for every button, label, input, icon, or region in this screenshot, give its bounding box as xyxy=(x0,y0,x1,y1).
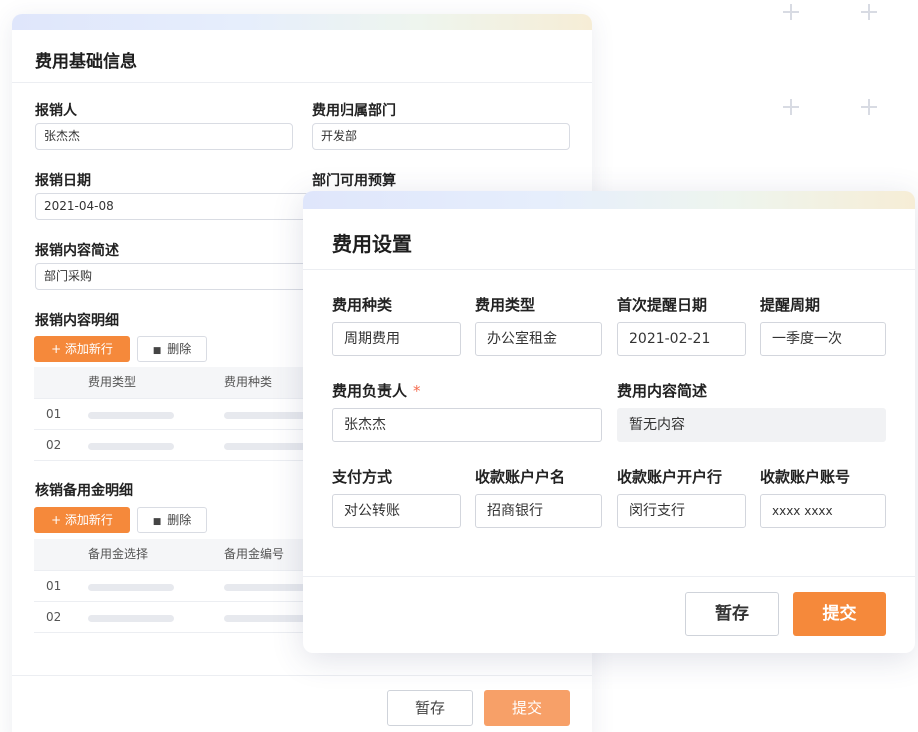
date-label: 报销日期 xyxy=(35,173,91,189)
dept-field[interactable]: 开发部 xyxy=(312,123,570,150)
back-save-button[interactable]: 暂存 xyxy=(387,690,473,726)
table-header-cell: 备用金选择 xyxy=(88,547,149,561)
placeholder-bar xyxy=(88,615,174,622)
pay-method-label: 支付方式 xyxy=(332,468,393,486)
table-row[interactable]: 01 xyxy=(34,399,334,430)
first-date-label: 首次提醒日期 xyxy=(617,296,708,314)
details-label: 报销内容明细 xyxy=(35,313,119,329)
table-row[interactable]: 02 xyxy=(34,430,334,461)
claimant-field[interactable]: 张杰杰 xyxy=(35,123,293,150)
acct-no-field[interactable]: xxxx xxxx xyxy=(760,494,886,528)
petty-table: 备用金选择 备用金编号 01 02 xyxy=(34,539,334,633)
row-index: 02 xyxy=(46,438,62,452)
expense-settings-card: 费用设置 费用种类 周期费用 费用类型 办公室租金 首次提醒日期 2021-02… xyxy=(303,191,915,653)
summary-label: 报销内容简述 xyxy=(35,243,119,259)
acct-name-field[interactable]: 招商银行 xyxy=(475,494,602,528)
petty-delete-button[interactable]: ■ 删除 xyxy=(137,507,207,533)
budget-label: 部门可用预算 xyxy=(312,173,396,189)
row-index: 01 xyxy=(46,579,62,593)
petty-label: 核销备用金明细 xyxy=(35,483,133,499)
placeholder-bar xyxy=(88,412,174,419)
table-row[interactable]: 02 xyxy=(34,602,334,633)
category-label: 费用种类 xyxy=(332,296,393,314)
owner-label-text: 费用负责人 xyxy=(332,382,408,400)
cycle-field[interactable]: 一季度一次 xyxy=(760,322,886,356)
acct-bank-field[interactable]: 闵行支行 xyxy=(617,494,746,528)
acct-no-label: 收款账户账号 xyxy=(760,468,851,486)
owner-field[interactable]: 张杰杰 xyxy=(332,408,602,442)
date-field[interactable]: 2021-04-08 xyxy=(35,193,335,220)
table-header-row: 备用金选择 备用金编号 xyxy=(34,539,334,571)
petty-delete-label: 删除 xyxy=(167,513,192,527)
type-field[interactable]: 办公室租金 xyxy=(475,322,602,356)
card-gradient-header xyxy=(303,191,915,209)
card-gradient-header xyxy=(12,14,592,30)
card-title: 费用基础信息 xyxy=(35,52,137,72)
desc-label: 费用内容简述 xyxy=(617,382,708,400)
summary-field[interactable]: 部门采购 xyxy=(35,263,335,290)
placeholder-bar xyxy=(88,443,174,450)
table-row[interactable]: 01 xyxy=(34,571,334,602)
desc-field[interactable]: 暂无内容 xyxy=(617,408,886,442)
row-index: 02 xyxy=(46,610,62,624)
details-add-row-button[interactable]: + 添加新行 xyxy=(34,336,130,362)
category-field[interactable]: 周期费用 xyxy=(332,322,461,356)
table-header-cell: 备用金编号 xyxy=(224,547,285,561)
required-marker: * xyxy=(413,382,421,400)
dept-label: 费用归属部门 xyxy=(312,103,396,119)
divider xyxy=(12,675,592,676)
owner-label: 费用负责人 * xyxy=(332,380,421,401)
acct-name-label: 收款账户户名 xyxy=(475,468,566,486)
petty-add-row-button[interactable]: + 添加新行 xyxy=(34,507,130,533)
plus-decoration-icon xyxy=(783,99,799,115)
details-delete-label: 删除 xyxy=(167,342,192,356)
divider xyxy=(12,82,592,83)
first-date-field[interactable]: 2021-02-21 xyxy=(617,322,746,356)
plus-decoration-icon xyxy=(861,4,877,20)
placeholder-bar xyxy=(88,584,174,591)
type-label: 费用类型 xyxy=(475,296,536,314)
acct-bank-label: 收款账户开户行 xyxy=(617,468,723,486)
back-submit-button[interactable]: 提交 xyxy=(484,690,570,726)
plus-decoration-icon xyxy=(861,99,877,115)
plus-decoration-icon xyxy=(783,4,799,20)
card-title: 费用设置 xyxy=(332,232,412,256)
divider xyxy=(303,269,915,270)
pay-method-field[interactable]: 对公转账 xyxy=(332,494,461,528)
trash-icon: ■ xyxy=(152,517,162,527)
divider xyxy=(303,576,915,577)
cycle-label: 提醒周期 xyxy=(760,296,821,314)
table-header-cell: 费用种类 xyxy=(224,375,273,389)
claimant-label: 报销人 xyxy=(35,103,77,119)
submit-button[interactable]: 提交 xyxy=(793,592,886,636)
table-header-row: 费用类型 费用种类 xyxy=(34,367,334,399)
table-header-cell: 费用类型 xyxy=(88,375,137,389)
trash-icon: ■ xyxy=(152,346,162,356)
details-table: 费用类型 费用种类 01 02 xyxy=(34,367,334,461)
details-delete-button[interactable]: ■ 删除 xyxy=(137,336,207,362)
save-button[interactable]: 暂存 xyxy=(685,592,779,636)
row-index: 01 xyxy=(46,407,62,421)
